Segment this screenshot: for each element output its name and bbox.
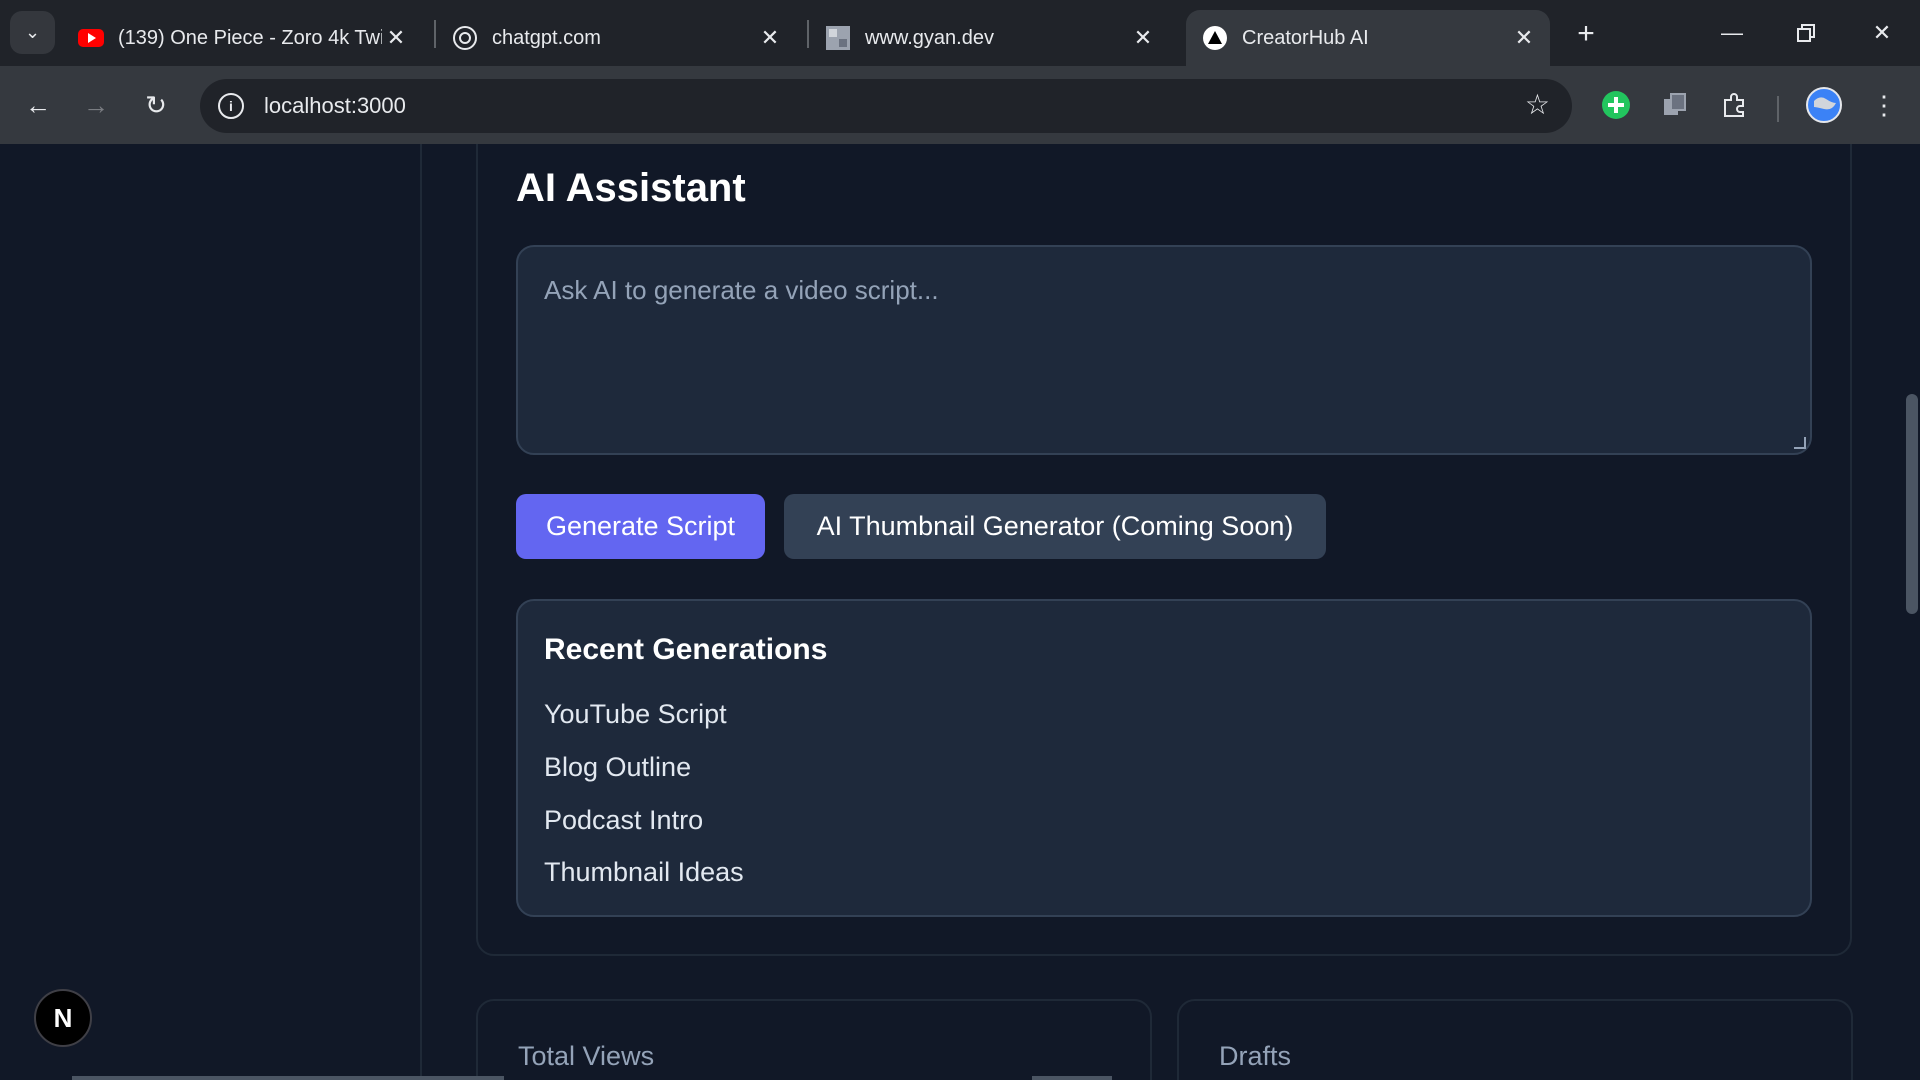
prompt-textarea[interactable]: Ask AI to generate a video script... <box>516 245 1812 455</box>
close-icon: ✕ <box>1872 20 1892 45</box>
page-title: AI Assistant <box>516 166 746 210</box>
tab-gyan[interactable]: www.gyan.dev ✕ <box>809 10 1169 66</box>
thumbnail-generator-button[interactable]: AI Thumbnail Generator (Coming Soon) <box>784 494 1326 559</box>
reload-button[interactable]: ↻ <box>134 83 178 127</box>
new-tab-button[interactable]: + <box>1566 14 1606 54</box>
tab-title: chatgpt.com <box>492 26 601 49</box>
extensions-button[interactable] <box>1716 86 1754 124</box>
sidebar <box>0 144 422 1080</box>
vertical-scrollbar[interactable] <box>1906 394 1918 614</box>
reload-icon: ↻ <box>145 89 167 120</box>
triangle-logo-icon <box>1202 25 1228 51</box>
kebab-menu-icon: ⋮ <box>1871 89 1897 120</box>
site-thumbnail-icon <box>825 25 851 51</box>
horizontal-scrollbar[interactable] <box>72 1076 504 1080</box>
extension-add-button[interactable] <box>1597 86 1635 124</box>
restore-button[interactable] <box>1778 10 1834 56</box>
tab-youtube[interactable]: (139) One Piece - Zoro 4k Twi ✕ <box>62 10 422 66</box>
close-window-button[interactable]: ✕ <box>1854 10 1910 56</box>
close-icon[interactable]: ✕ <box>382 24 410 52</box>
info-icon[interactable]: i <box>218 93 244 119</box>
address-bar[interactable]: i localhost:3000 ☆ <box>200 79 1572 133</box>
copy-icon <box>1664 93 1686 115</box>
globe-avatar-icon <box>1806 87 1842 123</box>
back-button[interactable]: ← <box>16 83 60 127</box>
star-icon[interactable]: ☆ <box>1525 91 1550 119</box>
tab-title: CreatorHub AI <box>1242 26 1369 49</box>
arrow-right-icon: → <box>83 89 109 120</box>
arrow-left-icon: ← <box>25 89 51 120</box>
close-icon[interactable]: ✕ <box>1129 24 1157 52</box>
stat-card-drafts: Drafts <box>1177 999 1853 1080</box>
close-icon[interactable]: ✕ <box>1510 24 1538 52</box>
browser-toolbar: ← → ↻ i localhost:3000 ☆ ⋮ <box>0 66 1920 144</box>
tab-creatorhub[interactable]: CreatorHub AI ✕ <box>1186 10 1550 66</box>
stat-card-total-views: Total Views <box>476 999 1152 1080</box>
horizontal-scrollbar-segment[interactable] <box>1032 1076 1112 1080</box>
minimize-icon: — <box>1721 20 1743 45</box>
chevron-down-icon: ⌄ <box>24 22 41 42</box>
minimize-button[interactable]: — <box>1704 10 1760 56</box>
url-text: localhost:3000 <box>264 93 406 118</box>
toolbar-divider <box>1777 96 1779 122</box>
restore-icon <box>1797 24 1815 42</box>
stat-label: Drafts <box>1219 1041 1292 1071</box>
extension-copy-button[interactable] <box>1656 86 1694 124</box>
resize-handle-icon[interactable] <box>1794 437 1806 449</box>
chatgpt-icon <box>452 25 478 51</box>
plus-icon: + <box>1577 17 1595 50</box>
puzzle-icon <box>1724 93 1744 117</box>
youtube-icon <box>78 25 104 51</box>
profile-avatar[interactable] <box>1804 85 1844 125</box>
tab-title: (139) One Piece - Zoro 4k Twi <box>118 26 382 49</box>
browser-menu-button[interactable]: ⋮ <box>1862 83 1906 127</box>
nextjs-dev-badge[interactable]: N <box>34 989 92 1047</box>
stat-label: Total Views <box>518 1041 655 1071</box>
close-icon[interactable]: ✕ <box>756 24 784 52</box>
list-item[interactable]: YouTube Script <box>544 699 727 730</box>
generate-script-button[interactable]: Generate Script <box>516 494 765 559</box>
tab-chatgpt[interactable]: chatgpt.com ✕ <box>436 10 796 66</box>
tab-strip: ⌄ (139) One Piece - Zoro 4k Twi ✕ chatgp… <box>0 0 1920 66</box>
tab-search-button[interactable]: ⌄ <box>10 11 55 54</box>
prompt-placeholder: Ask AI to generate a video script... <box>544 275 939 305</box>
recent-generations-panel: Recent Generations YouTube Script Blog O… <box>516 599 1812 917</box>
list-item[interactable]: Blog Outline <box>544 752 691 783</box>
list-item[interactable]: Podcast Intro <box>544 805 703 836</box>
green-plus-icon <box>1602 91 1630 119</box>
app-page: N AI Assistant Ask AI to generate a vide… <box>0 144 1920 1080</box>
tab-title: www.gyan.dev <box>865 26 994 49</box>
list-item[interactable]: Thumbnail Ideas <box>544 857 744 888</box>
forward-button[interactable]: → <box>74 83 118 127</box>
recent-generations-title: Recent Generations <box>544 633 828 666</box>
